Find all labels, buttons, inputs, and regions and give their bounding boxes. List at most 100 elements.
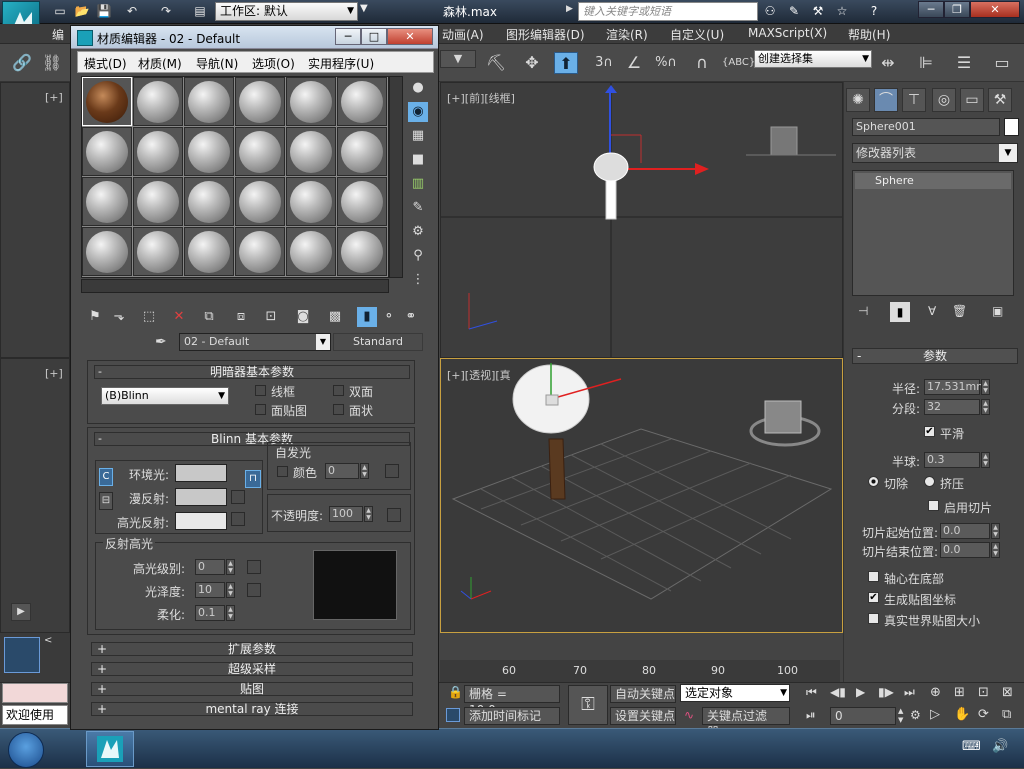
squash-radio[interactable] <box>924 476 935 487</box>
specular-level-map-button[interactable] <box>247 560 261 574</box>
diffuse-map-button[interactable] <box>231 490 245 504</box>
sample-uv-tiling-icon[interactable]: ■ <box>408 150 428 170</box>
go-forward-sibling-icon[interactable]: ⚭ <box>401 307 421 327</box>
undo-icon[interactable]: ↶ <box>124 3 140 19</box>
close-button[interactable]: ✕ <box>970 1 1020 18</box>
sample-slot[interactable] <box>337 127 387 176</box>
segments-spinner[interactable]: ▲ ▼ <box>981 399 990 415</box>
maximize-viewport-icon[interactable]: ⧉ <box>1002 707 1011 722</box>
opacity-input[interactable]: 100 <box>329 506 363 522</box>
self-illum-map-button[interactable] <box>385 464 399 478</box>
smooth-checkbox[interactable]: ✔ <box>924 426 935 437</box>
stack-item-sphere[interactable]: Sphere <box>855 173 1011 189</box>
project-folder-icon[interactable]: ▤ <box>192 3 208 19</box>
percent-snap-icon[interactable]: %∩ <box>654 52 678 74</box>
make-preview-icon[interactable]: ✎ <box>408 198 428 218</box>
zoom-extents-icon[interactable]: ⊡ <box>978 685 989 700</box>
self-illum-spinner[interactable]: ▲ ▼ <box>360 463 369 479</box>
hemisphere-spinner[interactable]: ▲ ▼ <box>981 452 990 468</box>
sample-slot[interactable] <box>82 127 132 176</box>
slice-from-input[interactable]: 0.0 <box>940 523 990 539</box>
motion-tab-icon[interactable]: ◎ <box>932 88 956 112</box>
sample-slot[interactable] <box>286 127 336 176</box>
face-map-checkbox[interactable] <box>255 404 266 415</box>
sample-slot[interactable] <box>235 127 285 176</box>
supersampling-rollout[interactable]: + 超级采样 <box>91 662 413 676</box>
chevron-right-icon[interactable]: ▶ <box>566 4 573 14</box>
play-animation-icon[interactable]: ▶ <box>856 685 865 699</box>
key-filters-curve-icon[interactable]: ∿ <box>684 708 694 722</box>
video-color-check-icon[interactable]: ▥ <box>408 174 428 194</box>
frame-spinner[interactable]: ▲ ▼ <box>898 707 903 725</box>
segments-input[interactable]: 32 <box>924 399 980 415</box>
sample-slot[interactable] <box>286 77 336 126</box>
specular-color-swatch[interactable] <box>175 512 227 530</box>
mated-menu-utilities[interactable]: 实用程序(U) <box>308 55 374 72</box>
make-unique-icon[interactable]: ∀ <box>928 304 936 318</box>
restore-button[interactable]: ❐ <box>944 1 970 18</box>
put-material-icon[interactable]: ⬎ <box>109 307 129 327</box>
redo-icon[interactable]: ↷ <box>158 3 174 19</box>
mated-menu-material[interactable]: 材质(M) <box>138 55 182 72</box>
sample-slot[interactable] <box>184 77 234 126</box>
lock-icon[interactable]: ⊓ <box>245 470 261 488</box>
utilities-tab-icon[interactable]: ⚒ <box>988 88 1012 112</box>
object-name-field[interactable]: Sphere001 <box>852 118 1000 136</box>
sample-slot[interactable] <box>235 177 285 226</box>
sample-slot[interactable] <box>133 127 183 176</box>
set-key-icon[interactable]: ⚿ <box>568 685 608 725</box>
opacity-spinner[interactable]: ▲ ▼ <box>364 506 373 522</box>
open-file-icon[interactable]: 📂 <box>74 3 90 19</box>
chevron-down-icon[interactable]: ▼ <box>360 3 374 19</box>
key-selection-dropdown[interactable]: 选定对象 ▼ <box>680 684 790 702</box>
sample-slots-hscroll[interactable] <box>81 279 389 293</box>
viewport-layout-icon[interactable] <box>4 637 40 673</box>
key-mode-icon[interactable]: ⏯ <box>806 708 816 723</box>
communication-icon[interactable]: ⚒ <box>810 3 826 19</box>
backlight-icon[interactable]: ◉ <box>408 102 428 122</box>
minimize-button[interactable]: ─ <box>918 1 944 18</box>
material-name-dropdown[interactable]: 02 - Default ▼ <box>179 333 331 351</box>
slice-on-checkbox[interactable] <box>928 500 939 511</box>
mated-close-button[interactable]: ✕ <box>387 28 433 45</box>
menu-animation[interactable]: 动画(A) <box>442 26 484 43</box>
diffuse-color-swatch[interactable] <box>175 488 227 506</box>
slice-to-input[interactable]: 0.0 <box>940 542 990 558</box>
glossiness-map-button[interactable] <box>247 583 261 597</box>
go-to-end-icon[interactable]: ⏭ <box>904 685 915 700</box>
sample-slot[interactable] <box>82 77 132 126</box>
windows-start-icon[interactable] <box>8 732 44 768</box>
zoom-icon[interactable]: ⊕ <box>930 685 941 700</box>
edit-named-sets-icon[interactable]: {ABC} <box>722 52 755 74</box>
material-type-button[interactable]: Standard <box>333 333 423 351</box>
help-icon[interactable]: ? <box>866 3 882 19</box>
background-icon[interactable]: ▦ <box>408 126 428 146</box>
save-file-icon[interactable]: 💾 <box>96 3 112 19</box>
hierarchy-tab-icon[interactable]: ⊤ <box>902 88 926 112</box>
timeline-ruler[interactable]: 60 70 80 90 100 <box>440 660 840 682</box>
glossiness-spinner[interactable]: ▲ ▼ <box>226 582 235 598</box>
mated-menu-modes[interactable]: 模式(D) <box>84 55 127 72</box>
viewport-left-label[interactable]: [+] <box>45 367 63 380</box>
sample-slot[interactable] <box>184 127 234 176</box>
viewport-left[interactable]: [+] ▶ <box>0 358 70 633</box>
modifier-list-dropdown[interactable]: 修改器列表 ▼ <box>852 143 1018 163</box>
go-to-parent-icon[interactable]: ⚬ <box>379 307 399 327</box>
go-to-start-icon[interactable]: ⏮ <box>806 685 817 700</box>
options-icon[interactable]: ⚙ <box>408 222 428 242</box>
sample-slots-vscroll[interactable] <box>389 76 403 278</box>
next-frame-icon[interactable]: ▮▶ <box>878 685 894 699</box>
material-map-navigator-icon[interactable]: ⋮ <box>408 270 428 290</box>
menu-help[interactable]: 帮助(H) <box>848 26 890 43</box>
sample-type-icon[interactable]: ● <box>408 78 428 98</box>
mated-maximize-button[interactable]: □ <box>361 28 387 45</box>
menu-edit[interactable]: 编 <box>52 26 64 43</box>
sample-slot[interactable] <box>82 177 132 226</box>
time-tag-icon[interactable] <box>446 708 460 722</box>
workspace-dropdown[interactable]: 工作区: 默认 ▼ <box>215 2 358 21</box>
new-file-icon[interactable]: ▭ <box>52 3 68 19</box>
create-tab-icon[interactable]: ✺ <box>846 88 870 112</box>
favorites-star-icon[interactable]: ☆ <box>834 3 850 19</box>
menu-rendering[interactable]: 渲染(R) <box>606 26 648 43</box>
move-icon[interactable]: ✥ <box>520 52 544 74</box>
